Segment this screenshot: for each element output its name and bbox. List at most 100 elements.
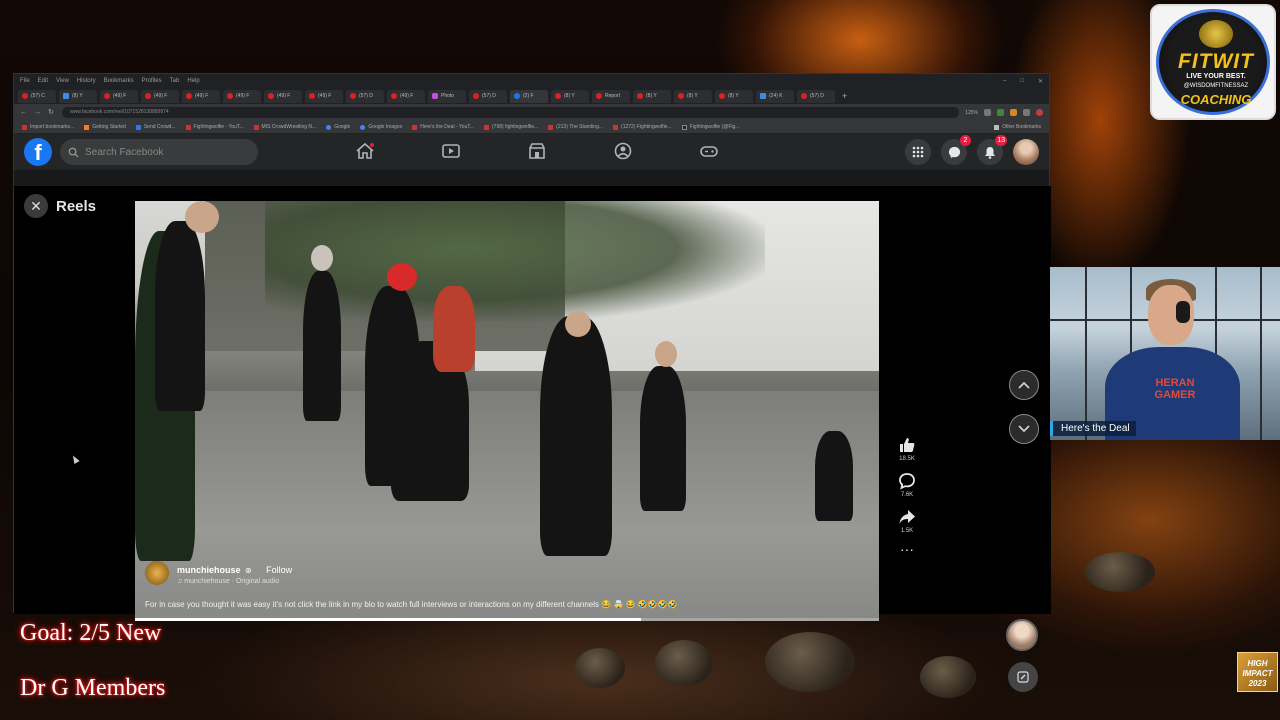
menu-help[interactable]: Help (187, 78, 199, 84)
profile-avatar[interactable] (1013, 139, 1039, 165)
home-nav-button[interactable] (354, 140, 376, 162)
reel-caption: For in case you thought it was easy it's… (145, 600, 678, 609)
notifications-button[interactable]: 13 (977, 135, 1007, 165)
forward-icon[interactable]: → (34, 109, 42, 117)
bookmark-item[interactable]: MIS CrowdWrestling N... (253, 124, 316, 130)
reel-video[interactable]: munchiehouse ⊛ Follow ♫ munchiehouse · O… (135, 201, 879, 621)
address-bar[interactable]: www.facebook.com/reel/1071528138889874 (62, 107, 960, 118)
bookmark-item[interactable]: (1272) Fightingwolfie... (613, 124, 672, 130)
browser-tab[interactable]: (57) D (797, 89, 835, 103)
browser-tab[interactable]: (8) Y (715, 89, 753, 103)
maximize-icon[interactable]: □ (1020, 78, 1024, 85)
like-count: 18.5K (899, 456, 915, 462)
menu-edit[interactable]: Edit (38, 78, 48, 84)
bookmark-item[interactable]: (798) fightingwolfie... (484, 124, 538, 130)
browser-tab[interactable]: (49) F (264, 89, 302, 103)
tab-label: (2) F (523, 93, 534, 99)
headset-icon (1176, 301, 1190, 323)
badge-line: HIGH (1247, 659, 1268, 668)
browser-tab[interactable]: (57) C (18, 89, 56, 103)
video-nav-button[interactable] (440, 140, 462, 162)
bookmark-item[interactable]: Fightingwolfie (@Fig... (681, 124, 740, 130)
marketplace-nav-button[interactable] (526, 140, 548, 162)
comment-count: 7.6K (900, 492, 914, 498)
search-input[interactable]: Search Facebook (60, 139, 258, 165)
browser-tab[interactable]: (49) F (141, 89, 179, 103)
browser-tab[interactable]: (57) D (469, 89, 507, 103)
extension-icon[interactable] (997, 109, 1004, 116)
extension-icon[interactable] (1010, 109, 1017, 116)
creator-name[interactable]: munchiehouse (177, 565, 241, 575)
browser-tab[interactable]: (49) F (223, 89, 261, 103)
new-tab-button[interactable]: + (842, 91, 847, 101)
menu-file[interactable]: File (20, 78, 30, 84)
bookmark-item[interactable]: Import bookmarks... (22, 124, 74, 130)
browser-tab[interactable]: (8) Y (674, 89, 712, 103)
browser-tab[interactable]: (24) K (756, 89, 794, 103)
close-reels-button[interactable]: ✕ (24, 194, 48, 218)
profile-icon[interactable] (1036, 109, 1043, 116)
bookmark-item[interactable]: Here's the Deal - YouT... (412, 124, 474, 130)
window-controls: – □ ✕ (1003, 78, 1043, 85)
bookmark-label: Getting Started (92, 124, 126, 130)
menu-bar: File Edit View History Bookmarks Profile… (14, 74, 1049, 88)
minimize-icon[interactable]: – (1003, 78, 1006, 85)
share-action[interactable]: 1.5K (898, 508, 916, 534)
browser-tab[interactable]: (49) F (182, 89, 220, 103)
bookmark-item[interactable]: Send Crowd... (135, 124, 176, 130)
creator-avatar[interactable] (145, 560, 169, 585)
bookmark-item[interactable]: (213) The Standing... (548, 124, 603, 130)
extension-icon[interactable] (984, 109, 991, 116)
tab-favicon-icon (555, 93, 561, 99)
gaming-nav-button[interactable] (698, 140, 720, 162)
browser-tab[interactable]: (57) D (346, 89, 384, 103)
other-bookmarks[interactable]: Other Bookmarks (994, 124, 1041, 130)
reload-icon[interactable]: ↻ (48, 109, 56, 117)
browser-tab[interactable]: Photo (428, 89, 466, 103)
extension-icon[interactable] (1023, 109, 1030, 116)
browser-tab[interactable]: (8) Y (59, 89, 97, 103)
browser-tab[interactable]: (8) Y (551, 89, 589, 103)
messenger-button[interactable]: 2 (941, 135, 971, 165)
bookmark-label: Fightingwolfie (@Fig... (689, 124, 740, 130)
back-icon[interactable]: ← (20, 109, 28, 117)
original-audio[interactable]: ♫ munchiehouse · Original audio (177, 578, 292, 585)
comment-action[interactable]: 7.6K (898, 472, 916, 498)
next-reel-button[interactable] (1009, 414, 1039, 444)
browser-tab[interactable]: Report (592, 89, 630, 103)
compose-icon (1017, 671, 1029, 683)
menu-tab[interactable]: Tab (170, 78, 180, 84)
video-progress-bar[interactable] (135, 618, 879, 621)
groups-nav-button[interactable] (612, 140, 634, 162)
notifications-badge: 13 (995, 135, 1007, 146)
edit-reel-button[interactable] (1008, 662, 1038, 692)
browser-tab[interactable]: (49) F (387, 89, 425, 103)
browser-tab-active[interactable]: (2) F (510, 89, 548, 103)
bookmark-item[interactable]: Google Images (360, 124, 402, 130)
close-window-icon[interactable]: ✕ (1038, 78, 1043, 85)
browser-tab[interactable]: (49) F (305, 89, 343, 103)
browser-tab[interactable]: (49) F (100, 89, 138, 103)
menu-bookmarks[interactable]: Bookmarks (104, 78, 134, 84)
bookmark-item[interactable]: Getting Started (84, 124, 126, 130)
more-options-action[interactable]: ··· (900, 542, 914, 556)
bookmark-item[interactable]: Google (326, 124, 350, 130)
commenter-avatar[interactable] (1006, 619, 1038, 651)
chevron-up-icon (1018, 381, 1030, 389)
menu-history[interactable]: History (77, 78, 96, 84)
comment-icon (899, 473, 915, 490)
menu-grid-button[interactable] (905, 139, 931, 165)
bookmark-favicon-icon (22, 124, 27, 130)
tab-label: (49) F (236, 93, 250, 99)
bookmarks-bar: Import bookmarks... Getting Started Send… (14, 121, 1049, 134)
previous-reel-button[interactable] (1009, 370, 1039, 400)
menu-profiles[interactable]: Profiles (142, 78, 162, 84)
zoom-indicator[interactable]: 125% (965, 110, 978, 116)
bookmark-item[interactable]: Fightingwolfie - YouT... (185, 124, 244, 130)
menu-view[interactable]: View (56, 78, 69, 84)
facebook-logo[interactable]: f (24, 138, 52, 166)
browser-tab[interactable]: (8) Y (633, 89, 671, 103)
follow-button[interactable]: Follow (266, 565, 292, 575)
like-action[interactable]: 18.5K (898, 436, 916, 462)
rock (765, 632, 855, 692)
